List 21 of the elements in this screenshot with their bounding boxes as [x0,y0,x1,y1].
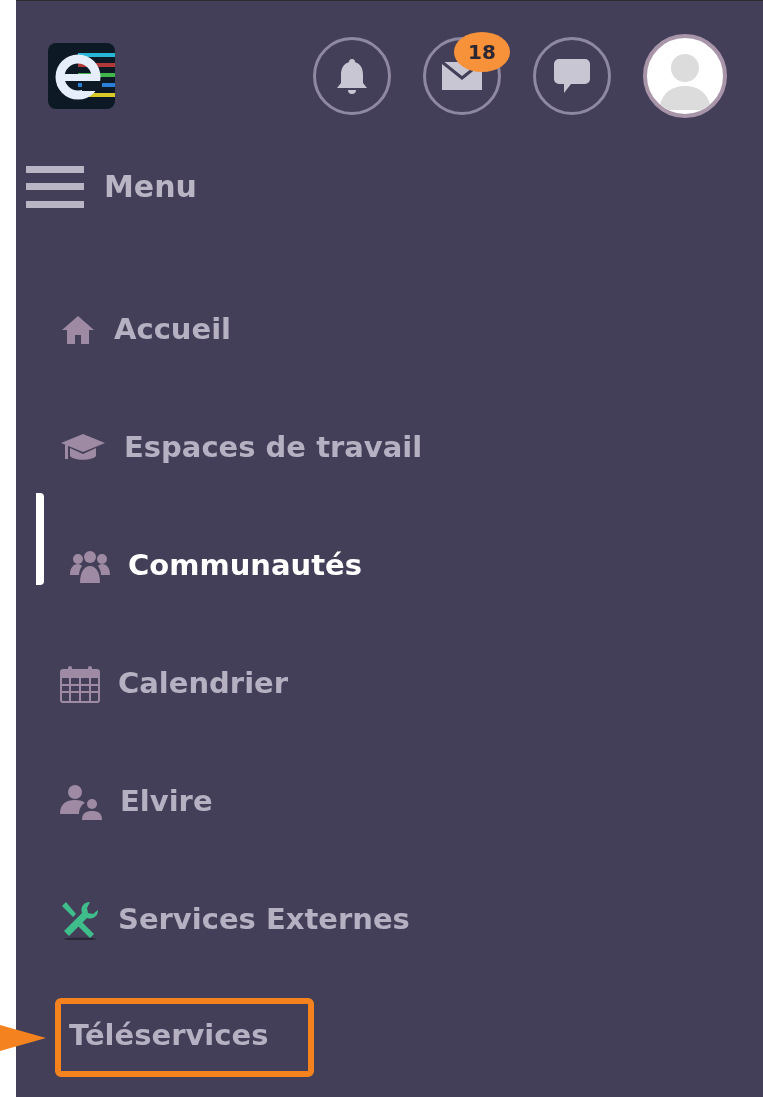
menu-item[interactable]: Calendrier [118,661,289,706]
app-logo[interactable] [48,42,115,109]
wrench-screwdriver-icon [60,899,100,940]
unread-count-badge: 18 [454,31,510,72]
calendar-icon [60,664,100,703]
menu-item[interactable]: Elvire [120,779,213,824]
bell-icon [335,56,369,95]
menu-item[interactable]: Communautés [128,543,362,588]
house-icon [60,313,96,346]
menu-icon[interactable] [26,165,84,208]
user-pair-icon [60,783,102,820]
notifications-button[interactable] [313,36,391,115]
chat-button[interactable] [533,36,611,115]
menu-item[interactable]: Services Externes [118,897,410,942]
menu-item[interactable]: Espaces de travail [124,425,423,470]
menu-item[interactable]: Téléservices [69,1017,269,1052]
messages-button[interactable]: 18 [423,31,510,115]
speech-bubble-icon [553,56,591,95]
menu-label: Menu [104,168,197,207]
people-icon [70,548,110,583]
menu-item[interactable]: Accueil [114,307,232,352]
